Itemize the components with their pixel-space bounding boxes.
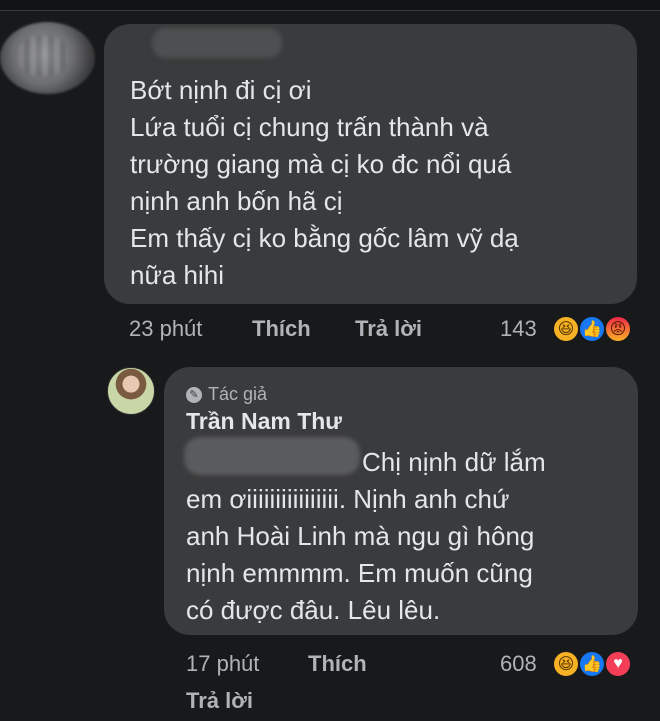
comment-line: nịnh anh bốn hã cị (130, 186, 343, 216)
reply-timestamp[interactable]: 17 phút (186, 651, 259, 677)
reply-line: anh Hoài Linh mà ngu gì hông (186, 521, 535, 551)
haha-icon[interactable]: 😆 (552, 315, 580, 343)
reaction-count[interactable]: 143 (500, 316, 537, 342)
like-icon[interactable]: 👍 (578, 650, 606, 678)
reply-reply-button[interactable]: Trả lời (186, 688, 253, 714)
comment-timestamp[interactable]: 23 phút (129, 316, 202, 342)
author-badge-label: Tác giả (208, 384, 268, 404)
author-name[interactable]: Trần Nam Thư (186, 408, 342, 435)
reply-line: Chị nịnh dữ lắm (362, 447, 546, 477)
comment-line: Em thấy cị ko bằng gốc lâm vỹ dạ (130, 223, 519, 253)
comment-line: Lứa tuổi cị chung trấn thành và (130, 112, 489, 142)
author-badge: ✎ Tác giả (186, 384, 267, 405)
reply-reaction-count[interactable]: 608 (500, 651, 537, 677)
commenter-name-redacted[interactable] (152, 28, 282, 58)
angry-icon[interactable]: 😡 (604, 315, 632, 343)
reply-text: Chị nịnh dữ lắm em ơiiiiiiiiiiiiiiii. Nị… (186, 444, 626, 629)
reply-like-button[interactable]: Thích (308, 651, 367, 677)
commenter-avatar-blurred[interactable] (0, 22, 95, 94)
like-button[interactable]: Thích (252, 316, 311, 342)
like-icon[interactable]: 👍 (578, 315, 606, 343)
reply-line: em ơiiiiiiiiiiiiiiii. Nịnh anh chứ (186, 484, 510, 514)
pencil-icon: ✎ (186, 386, 202, 403)
comment-line: trường giang mà cị ko đc nổi quá (130, 149, 512, 179)
reply-line: có được đâu. Lêu lêu. (186, 595, 441, 625)
author-avatar[interactable] (107, 367, 155, 415)
reply-button[interactable]: Trả lời (355, 316, 422, 342)
comment-line: Bớt nịnh đi cị ơi (130, 75, 312, 105)
comment-line: nữa hihi (130, 260, 225, 290)
love-icon[interactable]: ♥ (604, 650, 632, 678)
haha-icon[interactable]: 😆 (552, 650, 580, 678)
comment-text: Bớt nịnh đi cị ơi Lứa tuổi cị chung trấn… (130, 72, 625, 294)
reply-line: nịnh emmmm. Em muốn cũng (186, 558, 533, 588)
top-divider (0, 0, 660, 11)
